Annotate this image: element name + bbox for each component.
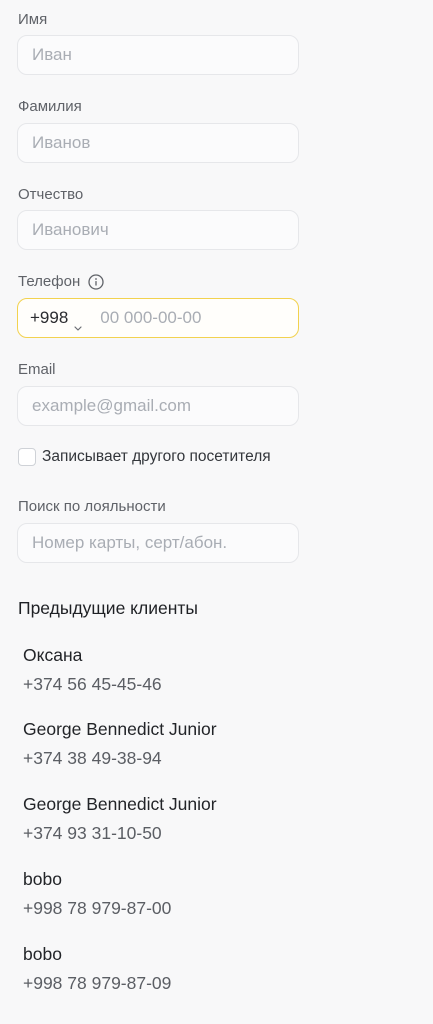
loyalty-field[interactable] <box>17 523 299 563</box>
last-name-field[interactable] <box>17 123 299 163</box>
other-visitor-label[interactable]: Записывает другого посетителя <box>42 448 271 466</box>
loyalty-search-input[interactable] <box>30 532 286 554</box>
country-code-value: +998 <box>30 308 69 327</box>
list-item[interactable]: bobo +998 78 979-87-09 <box>23 943 323 994</box>
email-field[interactable] <box>17 386 299 426</box>
other-visitor-row[interactable]: Записывает другого посетителя <box>18 448 271 466</box>
previous-clients-title: Предыдущие клиенты <box>18 598 199 618</box>
list-item[interactable]: George Bennedict Junior +374 93 31-10-50 <box>23 793 323 844</box>
chevron-down-icon <box>74 316 82 331</box>
list-item[interactable]: George Bennedict Junior +374 38 49-38-94 <box>23 718 323 769</box>
last-name-input[interactable] <box>30 132 286 154</box>
info-icon[interactable] <box>88 274 104 290</box>
client-name: George Bennedict Junior <box>23 794 217 814</box>
last-name-label: Фамилия <box>18 98 82 115</box>
phone-input[interactable] <box>98 307 286 329</box>
client-phone: +998 78 979-87-09 <box>23 973 172 993</box>
client-phone: +374 56 45-45-46 <box>23 674 162 694</box>
client-phone: +998 78 979-87-00 <box>23 898 172 918</box>
other-visitor-checkbox[interactable] <box>18 448 36 466</box>
client-name: bobo <box>23 944 62 964</box>
patronymic-input[interactable] <box>30 219 286 241</box>
client-phone: +374 93 31-10-50 <box>23 823 162 843</box>
phone-field[interactable]: +998 <box>17 298 299 338</box>
email-label: Email <box>18 361 56 378</box>
patronymic-label: Отчество <box>18 186 84 203</box>
first-name-field[interactable] <box>17 35 299 75</box>
client-name: George Bennedict Junior <box>23 719 217 739</box>
country-code-select[interactable]: +998 <box>30 308 82 331</box>
patronymic-field[interactable] <box>17 210 299 250</box>
phone-label-row: Телефон <box>18 273 104 291</box>
client-name: bobo <box>23 869 62 889</box>
client-name: Оксана <box>23 645 83 665</box>
first-name-input[interactable] <box>30 44 286 66</box>
client-phone: +374 38 49-38-94 <box>23 748 162 768</box>
email-input[interactable] <box>30 395 286 417</box>
list-item[interactable]: bobo +998 78 979-87-00 <box>23 868 323 919</box>
loyalty-label: Поиск по лояльности <box>18 498 166 515</box>
first-name-label: Имя <box>18 11 48 28</box>
list-item[interactable]: Оксана +374 56 45-45-46 <box>23 644 323 695</box>
phone-label: Телефон <box>18 273 81 290</box>
